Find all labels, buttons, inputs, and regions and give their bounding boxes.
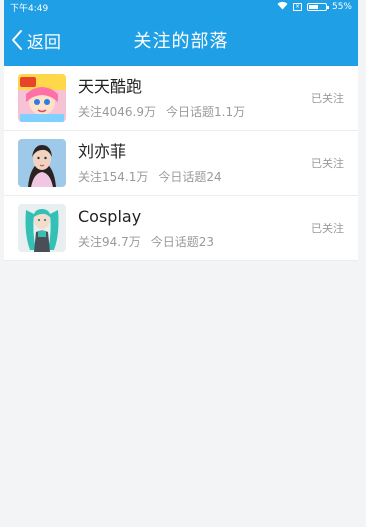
followed-status-button[interactable]: 已关注 (311, 220, 344, 236)
nav-bar: 返回 关注的部落 (4, 14, 358, 66)
status-icons: × 55% (277, 1, 352, 13)
cosplay-avatar (18, 204, 66, 252)
tribe-item-cosplay[interactable]: Cosplay 关注94.7万 今日话题23 已关注 (4, 196, 358, 261)
followed-status-button[interactable]: 已关注 (311, 90, 344, 106)
battery-icon (306, 3, 329, 11)
today-topic-count: 今日话题1.1万 (166, 105, 246, 119)
tribe-item-liuyifei[interactable]: 刘亦菲 关注154.1万 今日话题24 已关注 (4, 131, 358, 196)
game-avatar (18, 74, 66, 122)
sim-icon: × (292, 3, 302, 11)
today-topic-count: 今日话题23 (150, 235, 215, 249)
back-label: 返回 (27, 32, 61, 53)
battery-percent: 55% (331, 2, 352, 12)
chevron-left-icon (12, 30, 22, 50)
portrait-avatar (18, 139, 66, 187)
status-time: 下午4:49 (10, 3, 49, 14)
followed-status-button[interactable]: 已关注 (311, 155, 344, 171)
follower-count: 关注154.1万 (78, 170, 149, 184)
follower-count: 关注4046.9万 (78, 105, 156, 119)
tribe-list: 天天酷跑 关注4046.9万 今日话题1.1万 已关注 刘亦菲 关注154.1万… (4, 66, 358, 261)
tribe-item-tiantiankupao[interactable]: 天天酷跑 关注4046.9万 今日话题1.1万 已关注 (4, 66, 358, 131)
follower-count: 关注94.7万 (78, 235, 141, 249)
page-title: 关注的部落 (133, 31, 229, 52)
today-topic-count: 今日话题24 (158, 170, 222, 184)
app-frame: 下午4:49 × 55% 返回 关注的部落 天天酷跑 关注4046.9万 今日话… (4, 0, 358, 527)
status-bar: 下午4:49 × 55% (4, 0, 358, 14)
wifi-icon (277, 1, 288, 13)
back-button[interactable]: 返回 (10, 14, 61, 66)
